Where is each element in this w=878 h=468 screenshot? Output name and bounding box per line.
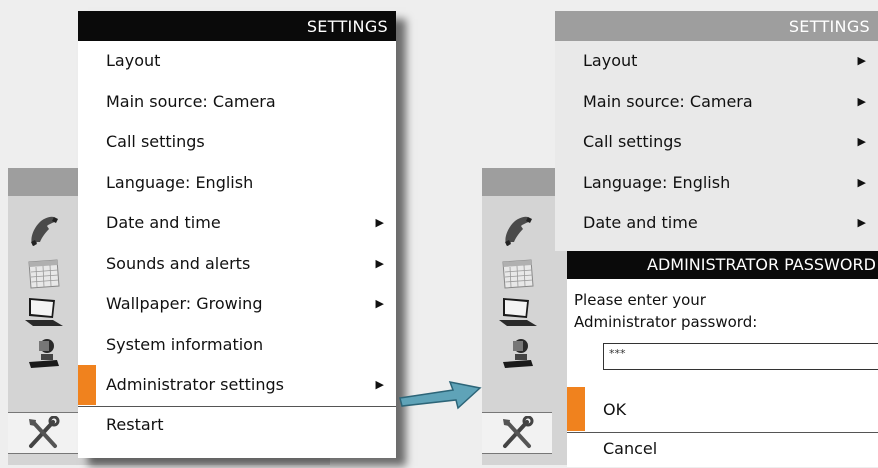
left-menu-item-date-time[interactable]: Date and time ▶ xyxy=(78,203,396,244)
calendar-icon xyxy=(502,259,534,289)
left-menu-item-restart[interactable]: Restart xyxy=(78,405,396,446)
menu-item-label: Wallpaper: Growing xyxy=(106,294,263,313)
calendar-button[interactable] xyxy=(482,252,552,292)
left-menu-item-sounds[interactable]: Sounds and alerts ▶ xyxy=(78,244,396,285)
left-menu-item-call-settings[interactable]: Call settings xyxy=(78,122,396,163)
phone-button[interactable] xyxy=(482,212,552,252)
right-menu-item-date-time[interactable]: Date and time ▶ xyxy=(555,203,878,244)
menu-item-label: Language: English xyxy=(106,172,254,192)
settings-button[interactable] xyxy=(482,412,552,454)
calendar-icon xyxy=(28,259,60,289)
calendar-button[interactable] xyxy=(8,252,78,292)
menu-item-label: Sounds and alerts xyxy=(106,253,251,273)
ok-accent-bar xyxy=(567,387,585,431)
left-menu-item-admin-settings[interactable]: Administrator settings ▶ xyxy=(78,365,396,406)
left-menu-item-system-info[interactable]: System information xyxy=(78,325,396,366)
laptop-button[interactable] xyxy=(482,292,552,332)
ok-button[interactable]: OK xyxy=(567,387,878,431)
cancel-button-label: Cancel xyxy=(603,439,658,458)
camera-button[interactable] xyxy=(482,332,552,372)
chevron-right-icon: ▶ xyxy=(857,175,866,189)
right-menu-item-main-source[interactable]: Main source: Camera ▶ xyxy=(555,82,878,123)
right-menu-title: SETTINGS xyxy=(555,11,878,41)
phone-button[interactable] xyxy=(8,212,78,252)
dialog-title: ADMINISTRATOR PASSWORD xyxy=(567,251,878,279)
password-input[interactable]: *** xyxy=(603,343,878,370)
chevron-right-icon: ▶ xyxy=(857,135,866,148)
right-menu-item-language[interactable]: Language: English ▶ xyxy=(555,163,878,204)
dialog-prompt-line-2: Administrator password: xyxy=(574,313,758,331)
chevron-right-icon: ▶ xyxy=(375,297,384,310)
right-menu-item-call-settings[interactable]: Call settings ▶ xyxy=(555,122,878,163)
camera-icon xyxy=(503,339,533,368)
left-menu-item-wallpaper[interactable]: Wallpaper: Growing ▶ xyxy=(78,284,396,325)
transition-arrow-icon xyxy=(399,380,482,410)
password-dialog: ADMINISTRATOR PASSWORD Please enter your… xyxy=(567,251,878,467)
left-menu-item-main-source[interactable]: Main source: Camera xyxy=(78,82,396,123)
ok-button-label: OK xyxy=(603,400,627,419)
phone-icon xyxy=(31,216,58,246)
menu-item-label: Restart xyxy=(106,414,164,434)
menu-item-label: Layout xyxy=(583,51,638,70)
tools-icon xyxy=(29,416,60,448)
camera-icon xyxy=(29,339,59,368)
menu-item-label: Call settings xyxy=(583,132,682,151)
menu-item-label: Call settings xyxy=(106,132,205,151)
menu-item-label: System information xyxy=(106,334,264,354)
chevron-right-icon: ▶ xyxy=(857,54,866,67)
settings-button[interactable] xyxy=(8,412,78,454)
left-menu-item-language[interactable]: Language: English xyxy=(78,163,396,204)
cancel-button[interactable]: Cancel xyxy=(567,432,878,468)
password-input-value: *** xyxy=(609,347,626,360)
chevron-right-icon: ▶ xyxy=(375,256,384,270)
phone-icon xyxy=(505,216,532,246)
right-settings-menu: SETTINGS Layout ▶ Main source: Camera ▶ Ca… xyxy=(555,11,878,251)
chevron-right-icon: ▶ xyxy=(857,94,866,108)
laptop-icon xyxy=(25,298,63,326)
tools-icon xyxy=(503,416,534,448)
left-menu-title: SETTINGS xyxy=(78,11,396,41)
right-menu-item-layout[interactable]: Layout ▶ xyxy=(555,41,878,82)
menu-item-label: Language: English xyxy=(583,172,731,192)
laptop-button[interactable] xyxy=(8,292,78,332)
dialog-prompt-line-1: Please enter your xyxy=(574,291,706,309)
menu-item-label: Administrator settings xyxy=(106,375,284,394)
menu-item-label: Layout xyxy=(106,51,161,70)
menu-item-label: Main source: Camera xyxy=(583,91,753,111)
chevron-right-icon: ▶ xyxy=(857,216,866,229)
menu-item-label: Date and time xyxy=(583,213,698,232)
chevron-right-icon: ▶ xyxy=(375,378,384,391)
laptop-icon xyxy=(499,298,537,326)
left-settings-menu: SETTINGS Layout Main source: Camera Call… xyxy=(78,11,396,458)
left-menu-item-layout[interactable]: Layout xyxy=(78,41,396,82)
menu-item-label: Main source: Camera xyxy=(106,91,276,111)
camera-button[interactable] xyxy=(8,332,78,372)
chevron-right-icon: ▶ xyxy=(375,216,384,229)
menu-item-label: Date and time xyxy=(106,213,221,232)
